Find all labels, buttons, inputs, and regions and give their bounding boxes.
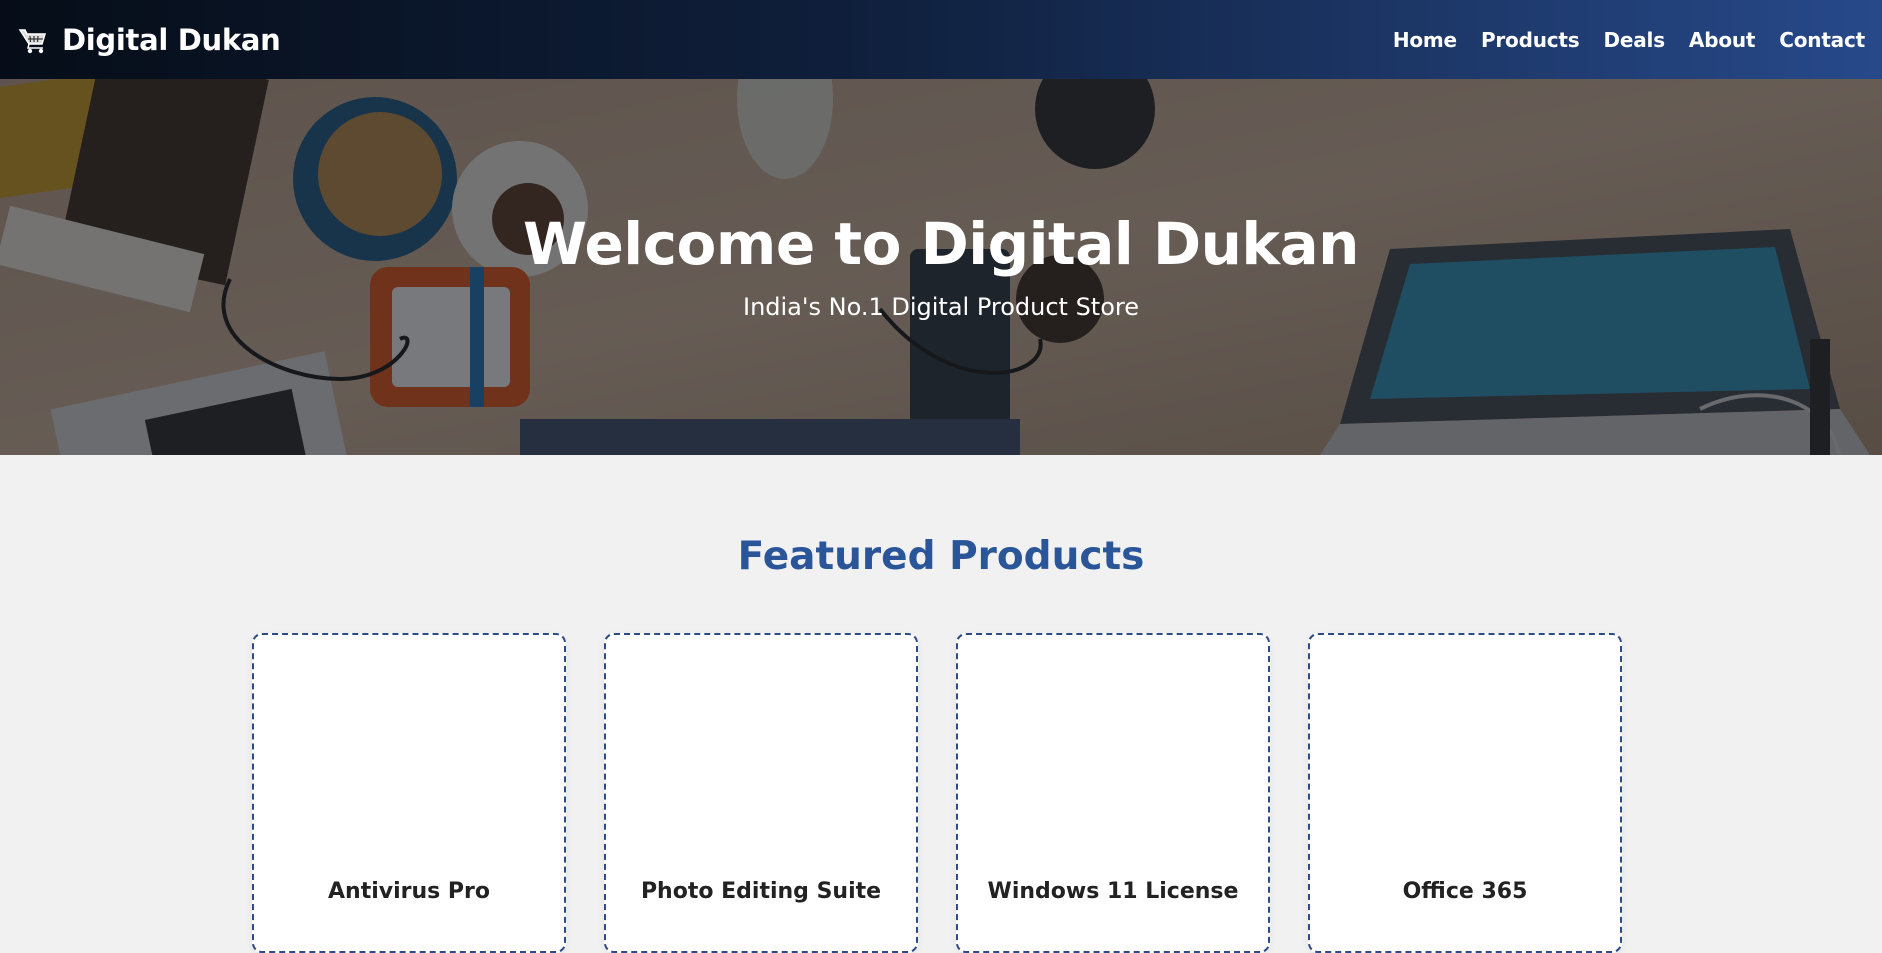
product-card-office-365[interactable]: Office 365 <box>1308 633 1622 953</box>
nav-contact[interactable]: Contact <box>1779 28 1865 52</box>
product-card-photo-editing-suite[interactable]: Photo Editing Suite <box>604 633 918 953</box>
nav-about[interactable]: About <box>1689 28 1756 52</box>
nav-deals[interactable]: Deals <box>1603 28 1665 52</box>
main-nav: Home Products Deals About Contact <box>1369 28 1865 52</box>
section-title: Featured Products <box>737 534 1145 579</box>
shopping-cart-icon <box>18 25 48 55</box>
product-name: Photo Editing Suite <box>640 879 882 904</box>
product-name: Office 365 <box>1402 879 1528 904</box>
nav-products[interactable]: Products <box>1481 28 1580 52</box>
featured-products-section: Featured Products Antivirus Pro Photo Ed… <box>0 455 1882 953</box>
product-card-windows-11-license[interactable]: Windows 11 License <box>956 633 1270 953</box>
product-cards: Antivirus Pro Photo Editing Suite Window… <box>252 633 1622 953</box>
hero-banner: Welcome to Digital Dukan India's No.1 Di… <box>0 79 1882 455</box>
brand-name: Digital Dukan <box>62 22 281 57</box>
site-header: Digital Dukan Home Products Deals About … <box>0 0 1882 79</box>
hero-content: Welcome to Digital Dukan India's No.1 Di… <box>0 79 1882 455</box>
product-name: Antivirus Pro <box>328 879 490 904</box>
product-name: Windows 11 License <box>987 879 1239 904</box>
hero-title: Welcome to Digital Dukan <box>523 210 1359 278</box>
nav-home[interactable]: Home <box>1393 28 1457 52</box>
hero-subtitle: India's No.1 Digital Product Store <box>742 293 1140 321</box>
product-card-antivirus-pro[interactable]: Antivirus Pro <box>252 633 566 953</box>
brand[interactable]: Digital Dukan <box>18 23 281 57</box>
